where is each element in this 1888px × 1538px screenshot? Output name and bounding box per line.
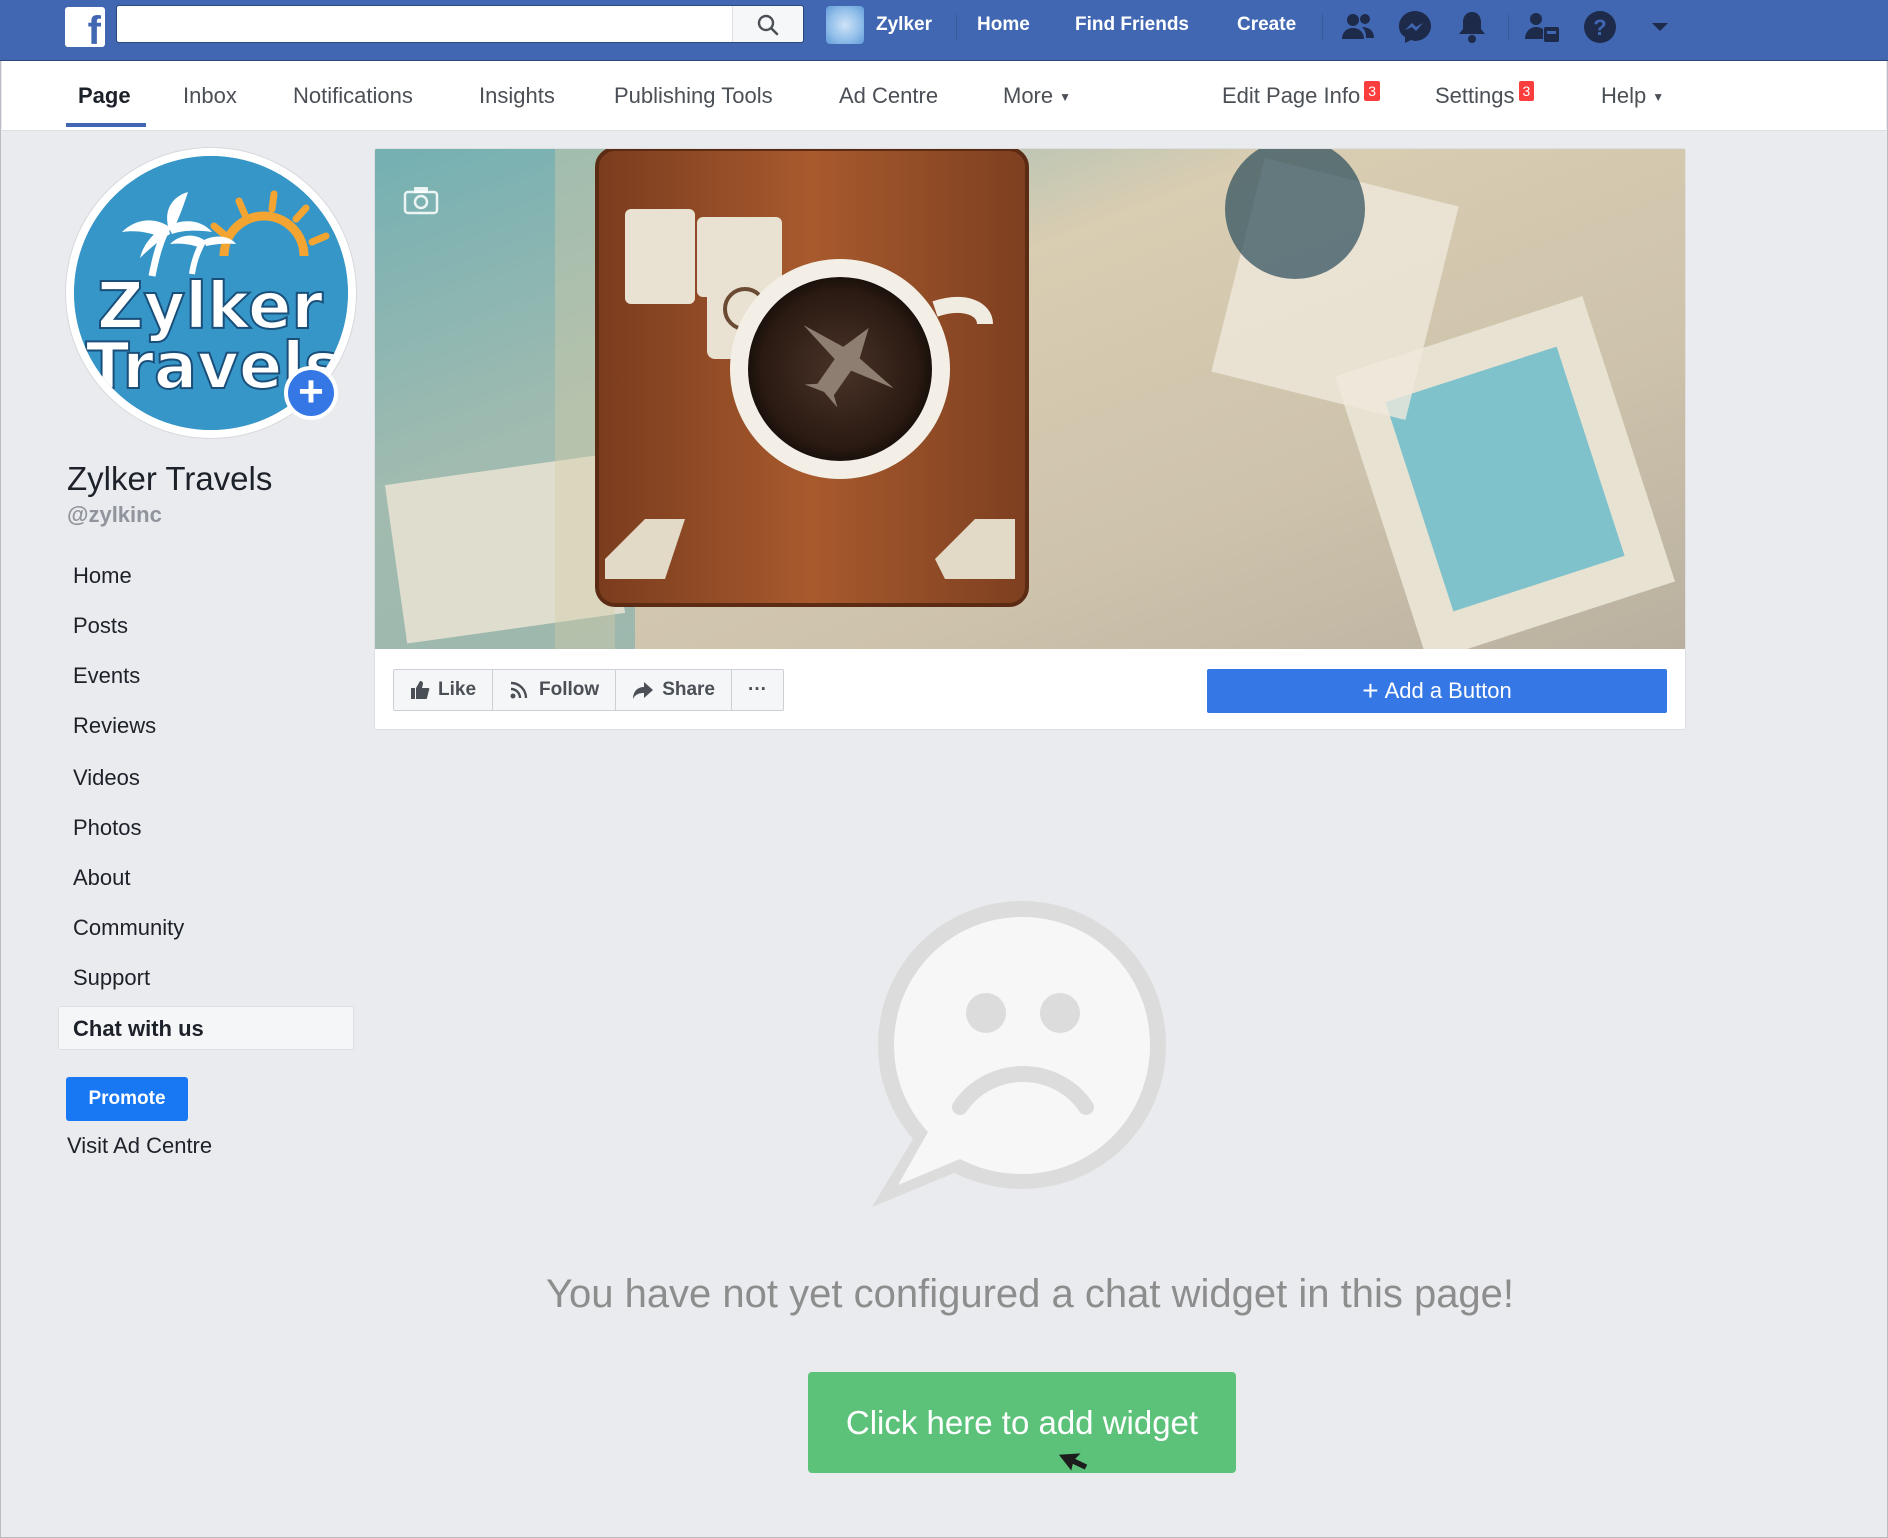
- plus-icon: +: [1362, 675, 1379, 706]
- add-widget-button[interactable]: Click here to add widget: [808, 1372, 1236, 1473]
- home-link[interactable]: Home: [977, 14, 1030, 36]
- tab-insights[interactable]: Insights: [479, 83, 555, 109]
- profile-link[interactable]: Zylker: [826, 6, 932, 44]
- settings-label: Settings: [1435, 83, 1515, 108]
- sidebar-item-events[interactable]: Events: [73, 663, 140, 689]
- divider: [1322, 14, 1323, 40]
- caret-down-icon: ▼: [1059, 90, 1072, 105]
- messenger-icon[interactable]: [1395, 7, 1435, 47]
- like-button[interactable]: Like: [394, 670, 494, 710]
- camera-icon[interactable]: [403, 185, 439, 215]
- page-management-nav: Page Inbox Notifications Insights Publis…: [2, 61, 1886, 131]
- facebook-logo-icon[interactable]: f: [65, 7, 105, 47]
- more-options-button[interactable]: ···: [732, 670, 783, 710]
- find-friends-link[interactable]: Find Friends: [1075, 14, 1189, 36]
- empty-state-message: You have not yet configured a chat widge…: [545, 1272, 1515, 1316]
- share-button[interactable]: Share: [616, 670, 732, 710]
- edit-page-info-link[interactable]: Edit Page Info 3: [1222, 81, 1381, 109]
- add-a-button-label: Add a Button: [1384, 678, 1512, 703]
- tab-publishing-tools[interactable]: Publishing Tools: [614, 83, 773, 109]
- caret-down-icon: ▼: [1652, 90, 1665, 105]
- page-roles-icon[interactable]: [1522, 7, 1562, 47]
- page-username[interactable]: @zylkinc: [67, 502, 162, 528]
- thumbs-up-icon: [411, 681, 430, 699]
- svg-text:?: ?: [1593, 15, 1606, 40]
- friends-icon[interactable]: [1338, 7, 1378, 47]
- notification-badge: 3: [1364, 81, 1381, 101]
- search-icon: [757, 14, 779, 36]
- help-menu[interactable]: Help ▼: [1601, 83, 1664, 109]
- active-tab-indicator: [66, 123, 146, 127]
- edit-page-info-label: Edit Page Info: [1222, 83, 1361, 108]
- account-menu-caret-icon[interactable]: [1640, 7, 1680, 47]
- divider: [1508, 14, 1509, 40]
- promote-button[interactable]: Promote: [66, 1077, 188, 1121]
- tab-page[interactable]: Page: [78, 83, 131, 109]
- search-box: [116, 5, 804, 43]
- share-label: Share: [662, 679, 715, 700]
- plus-icon: +: [288, 370, 334, 416]
- tab-more[interactable]: More ▼: [1003, 83, 1071, 109]
- top-navigation-bar: f Zylker Home Find Friends Create ?: [0, 0, 1888, 61]
- sidebar-item-posts[interactable]: Posts: [73, 613, 128, 639]
- sidebar-item-label: Chat with us: [73, 1016, 204, 1041]
- rss-follow-icon: [510, 681, 528, 699]
- tab-ad-centre[interactable]: Ad Centre: [839, 83, 938, 109]
- add-a-button[interactable]: + Add a Button: [1207, 669, 1667, 713]
- sidebar-item-about[interactable]: About: [73, 865, 131, 891]
- settings-link[interactable]: Settings 3: [1435, 81, 1535, 109]
- tab-notifications[interactable]: Notifications: [293, 83, 413, 109]
- follow-label: Follow: [539, 679, 600, 700]
- notification-badge: 3: [1518, 81, 1535, 101]
- help-icon[interactable]: ?: [1580, 7, 1620, 47]
- help-label: Help: [1601, 83, 1647, 108]
- sidebar-item-photos[interactable]: Photos: [73, 815, 142, 841]
- sidebar-item-videos[interactable]: Videos: [73, 765, 140, 791]
- page-action-buttons: Like Follow Share ···: [393, 669, 784, 711]
- add-profile-photo-button[interactable]: +: [284, 366, 338, 420]
- page-title: Zylker Travels: [67, 460, 273, 497]
- mouse-pointer-icon: [1058, 1453, 1088, 1471]
- divider: [956, 14, 957, 40]
- tab-inbox[interactable]: Inbox: [183, 83, 237, 109]
- search-button[interactable]: [732, 6, 803, 42]
- sad-chat-bubble-icon: [872, 901, 1166, 1207]
- create-link[interactable]: Create: [1237, 14, 1296, 36]
- like-label: Like: [438, 679, 477, 700]
- visit-ad-centre-link[interactable]: Visit Ad Centre: [67, 1133, 212, 1159]
- sidebar-item-community[interactable]: Community: [73, 915, 184, 941]
- cover-photo-image: [375, 149, 1685, 649]
- avatar: [826, 6, 864, 44]
- ellipsis-icon: ···: [748, 679, 767, 700]
- search-input[interactable]: [117, 6, 747, 40]
- sidebar-item-home[interactable]: Home: [73, 563, 132, 589]
- sidebar-item-chat-with-us[interactable]: Chat with us: [58, 1006, 354, 1050]
- sidebar-item-support[interactable]: Support: [73, 965, 150, 991]
- cover-card: Like Follow Share ··· + Add a Button: [374, 148, 1686, 730]
- follow-button[interactable]: Follow: [493, 670, 617, 710]
- tab-more-label: More: [1003, 83, 1054, 108]
- share-arrow-icon: [633, 682, 654, 699]
- notifications-icon[interactable]: [1452, 7, 1492, 47]
- sidebar-item-reviews[interactable]: Reviews: [73, 713, 156, 739]
- cover-photo[interactable]: [375, 149, 1685, 649]
- profile-name: Zylker: [876, 14, 932, 35]
